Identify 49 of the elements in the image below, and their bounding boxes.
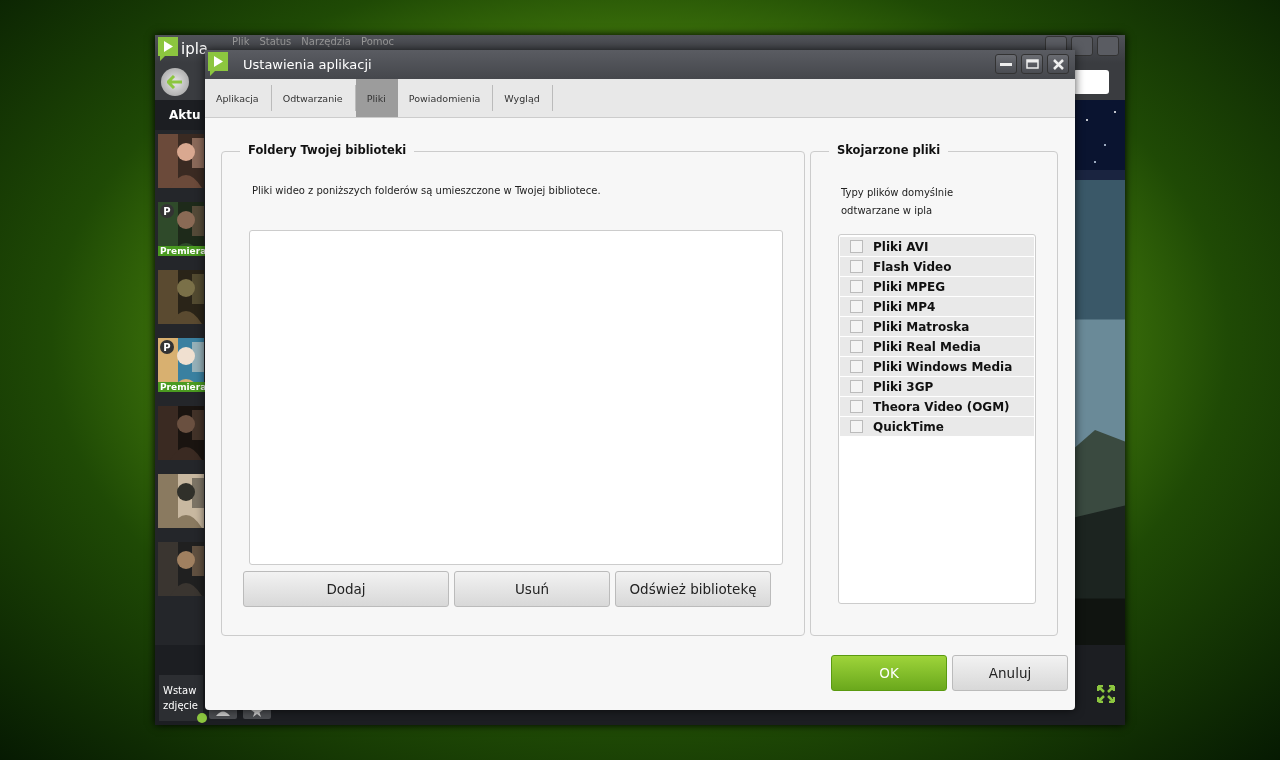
maximize-icon — [1025, 59, 1039, 70]
tab[interactable]: Powiadomienia — [397, 84, 494, 112]
file-type-label: Theora Video (OGM) — [873, 399, 1010, 414]
cancel-button[interactable]: Anuluj — [952, 655, 1068, 692]
status-dot-icon — [197, 713, 207, 723]
checkbox[interactable] — [850, 340, 863, 354]
file-type-label: Pliki Windows Media — [873, 359, 1013, 374]
remove-button[interactable]: Usuń — [454, 571, 610, 608]
file-type-label: QuickTime — [873, 419, 944, 434]
fullscreen-icon[interactable] — [1097, 685, 1115, 703]
play-logo-icon — [157, 36, 179, 62]
close-icon — [1052, 58, 1064, 70]
file-type-label: Pliki Matroska — [873, 319, 970, 334]
description-text: Pliki wideo z poniższych folderów są umieszczone w Twojej bibliotece. — [252, 185, 602, 197]
minimize-button[interactable] — [995, 54, 1017, 75]
play-logo-icon — [207, 51, 229, 78]
back-button[interactable] — [161, 67, 189, 96]
checkbox[interactable] — [850, 360, 863, 374]
minimize-icon — [1000, 62, 1012, 66]
checkbox[interactable] — [850, 420, 863, 434]
close-button[interactable] — [1047, 54, 1069, 75]
add-button[interactable]: Dodaj — [243, 571, 449, 608]
tab[interactable]: Pliki — [355, 78, 398, 118]
file-type-label: Pliki AVI — [873, 239, 929, 254]
checkbox[interactable] — [850, 320, 863, 334]
maximize-button[interactable] — [1021, 54, 1043, 75]
dialog-title: Ustawienia aplikacji — [243, 56, 372, 72]
left-arrow-icon — [167, 74, 183, 89]
file-type-label: Flash Video — [873, 259, 952, 274]
file-type-label: Pliki MPEG — [873, 279, 946, 294]
tab[interactable]: Odtwarzanie — [271, 84, 356, 112]
search-field[interactable] — [1073, 69, 1109, 94]
checkbox[interactable] — [850, 240, 863, 254]
group-legend: Foldery Twojej biblioteki — [240, 143, 415, 158]
file-type-label: Pliki 3GP — [873, 379, 934, 394]
tab[interactable]: Aplikacja — [205, 84, 272, 112]
refresh-button[interactable]: Odśwież bibliotekę — [615, 571, 771, 608]
checkbox[interactable] — [850, 300, 863, 314]
group-legend: Skojarzone pliki — [829, 143, 949, 158]
tab[interactable]: Wygląd — [493, 84, 553, 112]
file-type-label: Pliki MP4 — [873, 299, 936, 314]
checkbox[interactable] — [850, 260, 863, 274]
checkbox[interactable] — [850, 280, 863, 294]
checkbox[interactable] — [850, 380, 863, 394]
folder-list[interactable] — [249, 230, 783, 566]
sidebar-heading: Aktu — [155, 100, 205, 130]
file-type-label: Pliki Real Media — [873, 339, 981, 354]
description-text: Typy plików domyślnie odtwarzane w ipla — [841, 186, 955, 219]
checkbox[interactable] — [850, 400, 863, 414]
